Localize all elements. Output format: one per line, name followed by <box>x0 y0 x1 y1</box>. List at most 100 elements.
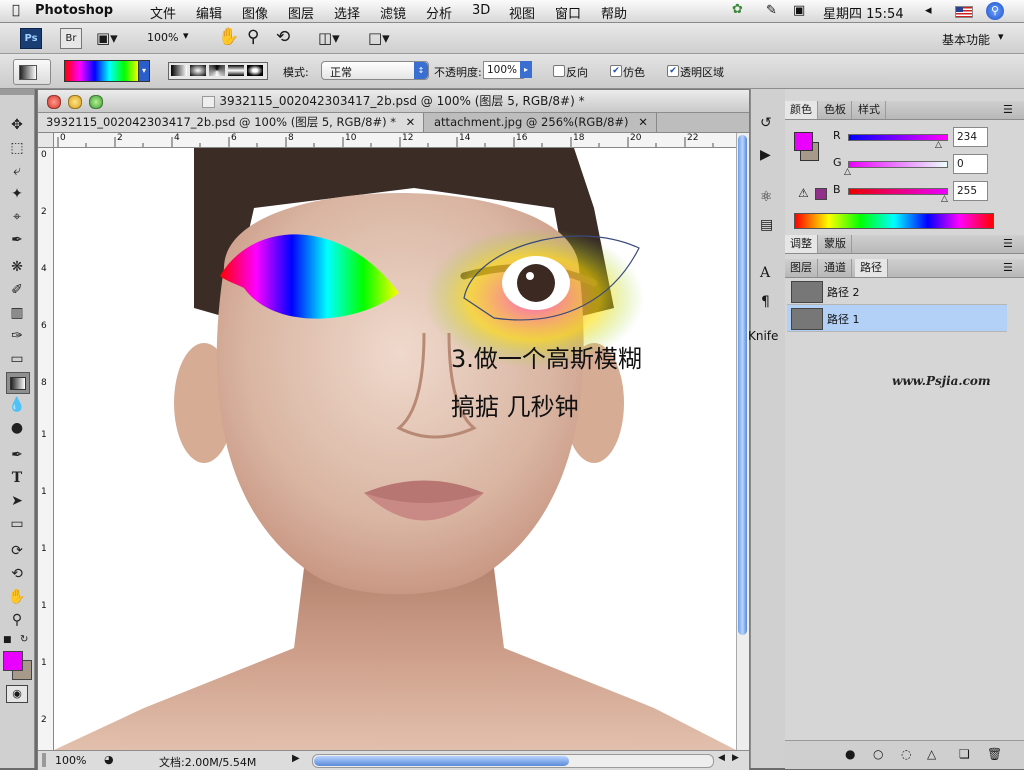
history-brush-tool-icon[interactable]: ✑ <box>6 326 28 346</box>
radial-gradient-icon[interactable] <box>190 65 206 76</box>
swap-colors-icon[interactable]: ↻ <box>20 634 28 645</box>
3d-orbit-tool-icon[interactable]: ⟲ <box>6 564 28 584</box>
script-icon[interactable]: ✎ <box>766 3 777 18</box>
gamut-warning-icon[interactable]: ⚠ <box>798 186 809 200</box>
hand-tool-icon[interactable]: ✋ <box>218 27 239 47</box>
adjustments-menu-icon[interactable]: ☰ <box>1003 237 1013 250</box>
ruler-origin[interactable] <box>38 133 54 148</box>
shape-tool-icon[interactable]: ▭ <box>6 514 28 534</box>
new-path-icon[interactable]: ❏ <box>959 747 970 761</box>
gradient-tool-button[interactable] <box>6 372 30 394</box>
tab-masks[interactable]: 蒙版 <box>819 235 852 253</box>
clock[interactable]: 星期四 15:54 <box>823 3 904 22</box>
clone-source-panel-icon[interactable]: ⚛ <box>760 189 773 205</box>
load-selection-icon[interactable]: ◌ <box>901 747 911 761</box>
clone-stamp-tool-icon[interactable]: ▥ <box>6 303 28 323</box>
status-leaf-icon[interactable]: ✿ <box>732 2 743 17</box>
transparency-checkbox[interactable]: ✔ <box>667 65 679 77</box>
menu-filter[interactable]: 滤镜 <box>380 3 406 22</box>
tab-active-document[interactable]: 3932115_002042303417_2b.psd @ 100% (图层 5… <box>38 113 425 132</box>
paragraph-panel-icon[interactable]: ¶ <box>761 294 770 310</box>
ps-badge[interactable]: Ps <box>20 28 42 49</box>
gradient-picker[interactable] <box>64 60 140 82</box>
apple-icon[interactable]:  <box>12 3 20 18</box>
zoom-level[interactable]: 100% <box>147 31 178 44</box>
dodge-tool-icon[interactable]: ● <box>6 418 28 438</box>
diamond-gradient-icon[interactable] <box>247 65 263 76</box>
horizontal-scroll-thumb[interactable] <box>314 756 569 766</box>
default-colors-icon[interactable]: ■ <box>3 635 12 645</box>
healing-brush-tool-icon[interactable]: ❋ <box>6 257 28 277</box>
linear-gradient-icon[interactable] <box>171 65 187 76</box>
dither-checkbox[interactable]: ✔ <box>610 65 622 77</box>
quick-mask-icon[interactable]: ◉ <box>6 685 28 703</box>
tool-preset-picker[interactable] <box>13 59 51 85</box>
b-slider[interactable] <box>848 188 948 195</box>
g-slider-handle-icon[interactable]: △ <box>844 167 851 177</box>
us-flag-icon[interactable] <box>955 6 973 18</box>
menu-file[interactable]: 文件 <box>150 3 176 22</box>
vertical-scrollbar[interactable] <box>736 133 749 750</box>
tab-attachment[interactable]: attachment.jpg @ 256%(RGB/8#) ✕ <box>426 113 657 132</box>
menu-layer[interactable]: 图层 <box>288 3 314 22</box>
marquee-tool-icon[interactable]: ⬚ <box>6 138 28 158</box>
character-panel-icon[interactable]: A <box>760 265 770 281</box>
scroll-right-icon[interactable]: ▶ <box>732 753 739 763</box>
r-slider-handle-icon[interactable]: △ <box>935 140 942 150</box>
delete-path-icon[interactable]: 🗑 <box>987 747 1002 761</box>
status-zoom[interactable]: 100% <box>55 754 86 767</box>
g-value-input[interactable]: 0 <box>953 154 988 174</box>
horizontal-scrollbar[interactable] <box>312 754 714 768</box>
zoom-tool-icon[interactable]: ⚲ <box>6 610 28 630</box>
reverse-checkbox[interactable] <box>553 65 565 77</box>
tab-color[interactable]: 颜色 <box>785 101 818 119</box>
foreground-color-swatch[interactable] <box>3 651 23 671</box>
display-icon[interactable]: ▣ <box>793 3 805 18</box>
menu-window[interactable]: 窗口 <box>555 3 581 22</box>
status-info-icon[interactable]: ◕ <box>104 753 114 766</box>
menu-analysis[interactable]: 分析 <box>426 3 452 22</box>
gamut-color-swatch[interactable] <box>815 188 827 200</box>
pen-tool-icon[interactable]: ✒ <box>6 445 28 465</box>
zoom-dropdown-icon[interactable]: ▾ <box>183 29 189 42</box>
type-tool-icon[interactable]: T <box>6 468 28 488</box>
move-tool-icon[interactable]: ✥ <box>6 115 28 135</box>
menu-image[interactable]: 图像 <box>242 3 268 22</box>
opacity-slider-arrow-icon[interactable]: ▸ <box>520 61 532 78</box>
zoom-window-icon[interactable] <box>89 95 103 109</box>
mode-select[interactable]: 正常 ↕ <box>321 61 429 80</box>
blur-tool-icon[interactable]: 💧 <box>6 395 28 415</box>
menu-3d[interactable]: 3D <box>472 3 490 18</box>
tab-close-icon[interactable]: ✕ <box>638 115 648 129</box>
stroke-path-icon[interactable]: ○ <box>873 747 883 761</box>
canvas[interactable]: 3.做一个高斯模糊 搞掂 几秒钟 <box>54 148 736 750</box>
tools-grip[interactable] <box>0 89 34 95</box>
spotlight-icon[interactable]: ⚲ <box>986 2 1004 20</box>
path-selection-tool-icon[interactable]: ➤ <box>6 491 28 511</box>
minimize-window-icon[interactable] <box>68 95 82 109</box>
close-window-icon[interactable] <box>47 95 61 109</box>
document-title-bar[interactable]: 3932115_002042303417_2b.psd @ 100% (图层 5… <box>38 90 749 113</box>
app-name-menu[interactable]: Photoshop <box>35 3 113 18</box>
paths-menu-icon[interactable]: ☰ <box>1003 261 1013 274</box>
arrange-documents-icon[interactable]: ◫▾ <box>318 29 340 47</box>
status-menu-arrow-icon[interactable]: ▶ <box>292 753 300 764</box>
tab-adjustments[interactable]: 调整 <box>785 235 818 253</box>
tab-styles[interactable]: 样式 <box>853 101 886 119</box>
layer-comps-panel-icon[interactable]: ▤ <box>760 217 773 233</box>
lasso-tool-icon[interactable]: ⤶ <box>6 161 28 181</box>
history-panel-icon[interactable]: ↺ <box>760 115 772 131</box>
scroll-left-icon[interactable]: ◀ <box>718 753 725 763</box>
volume-icon[interactable]: ◂ <box>925 3 932 18</box>
menu-edit[interactable]: 编辑 <box>196 3 222 22</box>
eraser-tool-icon[interactable]: ▭ <box>6 349 28 369</box>
tab-close-icon[interactable]: ✕ <box>406 115 416 129</box>
angle-gradient-icon[interactable] <box>209 65 225 76</box>
color-panel-menu-icon[interactable]: ☰ <box>1003 103 1013 116</box>
screen-mode-icon[interactable]: □▾ <box>368 29 390 47</box>
make-work-path-icon[interactable]: △ <box>927 747 936 761</box>
r-value-input[interactable]: 234 <box>953 127 988 147</box>
menu-select[interactable]: 选择 <box>334 3 360 22</box>
hand-tool-icon[interactable]: ✋ <box>6 587 28 607</box>
color-spectrum-bar[interactable] <box>794 213 994 229</box>
